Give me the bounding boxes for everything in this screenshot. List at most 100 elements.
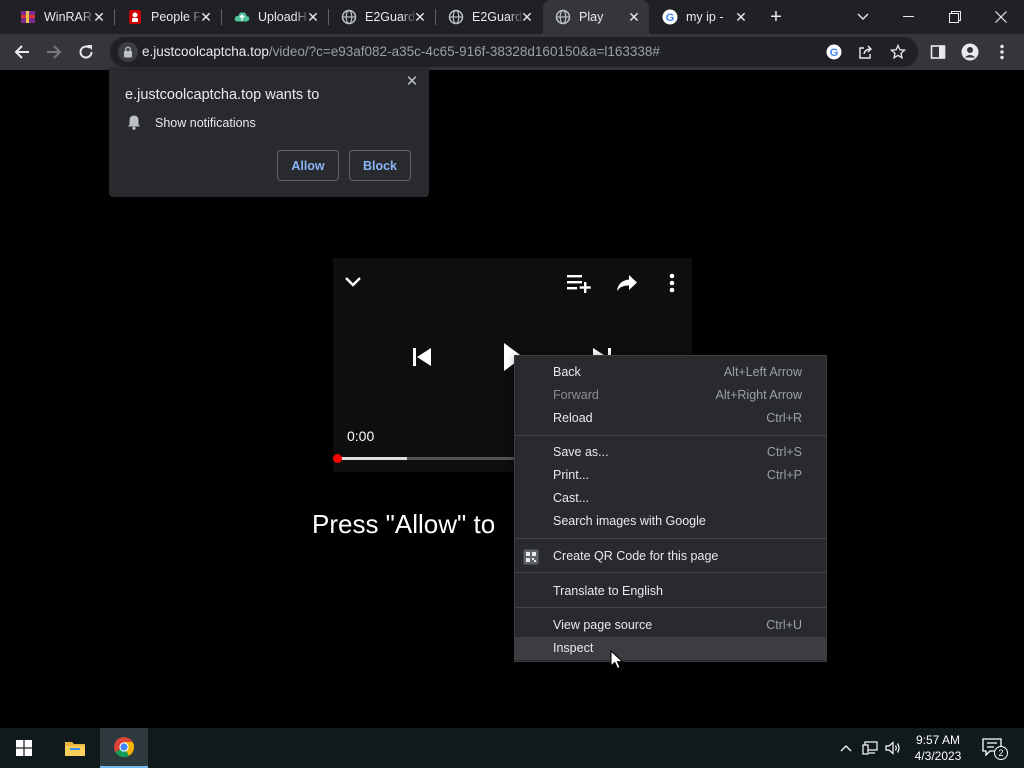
- minimize-icon: [903, 16, 914, 17]
- share-button[interactable]: [616, 272, 638, 294]
- menu-button[interactable]: [988, 38, 1016, 66]
- windows-taskbar: 9:57 AM 4/3/2023 2: [0, 728, 1024, 768]
- side-panel-icon: [930, 45, 946, 59]
- menu-item-label: Search images with Google: [553, 514, 706, 528]
- menu-item-print[interactable]: Print... Ctrl+P: [515, 464, 826, 487]
- chevron-up-icon: [840, 745, 852, 752]
- menu-item-shortcut: Ctrl+S: [766, 445, 802, 459]
- menu-item-forward[interactable]: Forward Alt+Right Arrow: [515, 384, 826, 407]
- network-icon[interactable]: [862, 740, 878, 756]
- playlist-add-icon: [567, 275, 591, 293]
- tab-title: E2Guard: [472, 10, 523, 24]
- allow-button[interactable]: Allow: [277, 150, 339, 181]
- profile-button[interactable]: [956, 38, 984, 66]
- tab-winrar[interactable]: WinRAR ✕: [8, 0, 114, 34]
- close-window-button[interactable]: [978, 0, 1024, 34]
- tab-people[interactable]: People F ✕: [115, 0, 221, 34]
- menu-item-label: Translate to English: [553, 584, 664, 598]
- menu-item-label: Create QR Code for this page: [553, 549, 719, 563]
- menu-item-reload[interactable]: Reload Ctrl+R: [515, 407, 826, 430]
- menu-item-label: Print...: [553, 468, 590, 482]
- menu-item-translate[interactable]: Translate to English: [515, 580, 826, 603]
- winrar-icon: [20, 9, 36, 25]
- bookmark-star-icon[interactable]: [888, 42, 908, 62]
- taskbar-clock[interactable]: 9:57 AM 4/3/2023: [905, 732, 971, 764]
- reload-button[interactable]: [72, 38, 100, 66]
- clock-time: 9:57 AM: [915, 733, 961, 747]
- tab-upload[interactable]: UploadH ✕: [222, 0, 328, 34]
- start-button[interactable]: [0, 728, 48, 768]
- tab-title: Play: [579, 10, 604, 24]
- svg-text:G: G: [830, 47, 839, 59]
- menu-item-save-as[interactable]: Save as... Ctrl+S: [515, 441, 826, 464]
- skip-previous-icon: [413, 348, 431, 366]
- notification-permission-prompt: e.justcoolcaptcha.top wants to ✕ Show no…: [109, 68, 429, 197]
- chrome-icon: [114, 737, 135, 758]
- menu-item-label: Inspect: [553, 641, 594, 655]
- menu-item-back[interactable]: Back Alt+Left Arrow: [515, 361, 826, 384]
- file-explorer-button[interactable]: [51, 728, 99, 768]
- close-icon[interactable]: ✕: [405, 74, 419, 89]
- close-tab-icon[interactable]: ✕: [199, 10, 213, 24]
- menu-item-label: Forward: [553, 388, 599, 402]
- tab-title: People F: [151, 10, 202, 24]
- chrome-taskbar-button[interactable]: [100, 728, 148, 768]
- close-tab-icon[interactable]: ✕: [306, 10, 320, 24]
- address-bar[interactable]: e.justcoolcaptcha.top/video/?c=e93af082-…: [110, 37, 918, 67]
- menu-separator: [515, 607, 826, 608]
- menu-separator: [515, 538, 826, 539]
- side-panel-button[interactable]: [924, 38, 952, 66]
- menu-item-inspect[interactable]: Inspect: [515, 637, 826, 660]
- tab-search-button[interactable]: [840, 0, 886, 34]
- close-tab-icon[interactable]: ✕: [734, 10, 748, 24]
- allow-instruction-text: Press "Allow" to: [312, 509, 496, 539]
- tab-play[interactable]: Play ✕: [543, 0, 649, 34]
- tab-e2guard-2[interactable]: E2Guard ✕: [436, 0, 542, 34]
- minimize-button[interactable]: [886, 0, 932, 34]
- more-options-button[interactable]: [662, 272, 682, 294]
- close-tab-icon[interactable]: ✕: [627, 10, 641, 24]
- tab-title: WinRAR: [44, 10, 92, 24]
- menu-separator: [515, 572, 826, 573]
- chevron-down-icon: [345, 277, 361, 287]
- lock-icon: [124, 46, 132, 58]
- globe-icon: [555, 9, 571, 25]
- people-icon: [127, 9, 143, 25]
- add-to-queue-button[interactable]: [566, 272, 592, 294]
- close-tab-icon[interactable]: ✕: [92, 10, 106, 24]
- chevron-down-icon: [857, 13, 869, 20]
- profile-avatar-icon: [961, 43, 979, 61]
- close-tab-icon[interactable]: ✕: [520, 10, 534, 24]
- forward-button[interactable]: [40, 38, 68, 66]
- minimize-player-button[interactable]: [343, 272, 363, 292]
- menu-item-cast[interactable]: Cast...: [515, 487, 826, 510]
- block-button[interactable]: Block: [349, 150, 411, 181]
- action-center-button[interactable]: 2: [982, 738, 1008, 760]
- menu-item-search-images[interactable]: Search images with Google: [515, 510, 826, 533]
- mouse-cursor-icon: [610, 650, 624, 670]
- restore-button[interactable]: [932, 0, 978, 34]
- tab-title: E2Guard: [365, 10, 416, 24]
- globe-icon: [448, 9, 464, 25]
- menu-item-view-source[interactable]: View page source Ctrl+U: [515, 614, 826, 637]
- progress-fill: [337, 457, 408, 460]
- reload-icon: [79, 45, 93, 59]
- qr-code-icon: [523, 549, 539, 565]
- url-text[interactable]: e.justcoolcaptcha.top/video/?c=e93af082-…: [142, 44, 660, 59]
- back-button[interactable]: [8, 38, 36, 66]
- share-icon[interactable]: [856, 42, 876, 62]
- progress-handle[interactable]: [333, 454, 342, 463]
- google-icon: G: [662, 9, 678, 25]
- menu-item-qr-code[interactable]: Create QR Code for this page: [515, 545, 826, 568]
- tab-title: UploadH: [258, 10, 307, 24]
- previous-track-button[interactable]: [411, 346, 433, 368]
- site-info-icon[interactable]: [118, 42, 138, 62]
- google-lens-icon[interactable]: G: [824, 42, 844, 62]
- volume-icon[interactable]: [885, 740, 901, 756]
- tab-e2guard-1[interactable]: E2Guard ✕: [329, 0, 435, 34]
- new-tab-button[interactable]: +: [766, 7, 786, 27]
- menu-item-label: View page source: [553, 618, 653, 632]
- tab-my-ip[interactable]: G my ip - ✕: [650, 0, 756, 34]
- close-tab-icon[interactable]: ✕: [413, 10, 427, 24]
- show-hidden-icons-button[interactable]: [838, 740, 854, 756]
